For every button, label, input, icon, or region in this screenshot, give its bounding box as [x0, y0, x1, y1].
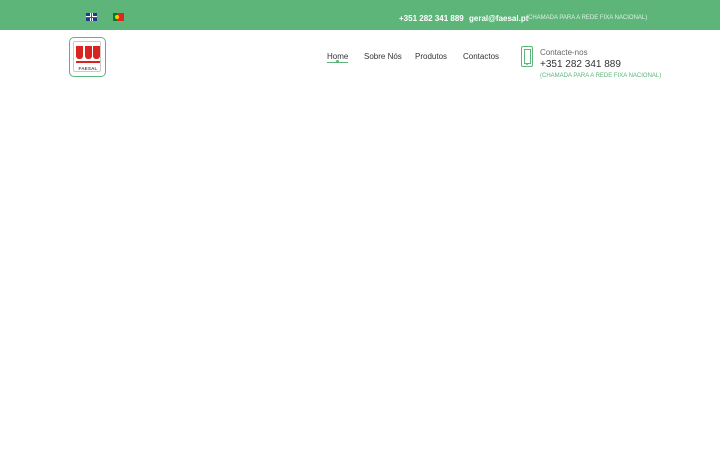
nav-item-contactos[interactable]: Contactos: [463, 52, 499, 61]
mobile-phone-icon: [521, 46, 533, 67]
english-flag-icon[interactable]: [86, 13, 97, 21]
contact-label: Contacte-nos: [540, 48, 588, 57]
top-call-note: (CHAMADA PARA A REDE FIXA NACIONAL): [526, 15, 648, 21]
logo-frame: FAESAL: [73, 41, 101, 72]
faesal-logo[interactable]: FAESAL: [69, 37, 106, 77]
portuguese-flag-icon[interactable]: [113, 13, 124, 21]
top-bar: +351 282 341 889 geral@faesal.pt (CHAMAD…: [0, 0, 720, 30]
contact-phone-link[interactable]: +351 282 341 889: [540, 59, 621, 70]
top-phone-link[interactable]: +351 282 341 889: [399, 14, 464, 23]
contact-call-note: (CHAMADA PARA A REDE FIXA NACIONAL): [540, 73, 662, 79]
logo-mark: [76, 46, 100, 59]
nav-item-sobre-nos[interactable]: Sobre Nós: [364, 52, 402, 61]
active-nav-dot: [336, 60, 339, 63]
nav-item-produtos[interactable]: Produtos: [415, 52, 447, 61]
logo-text: FAESAL: [78, 66, 98, 71]
top-email-link[interactable]: geral@faesal.pt: [469, 14, 528, 23]
